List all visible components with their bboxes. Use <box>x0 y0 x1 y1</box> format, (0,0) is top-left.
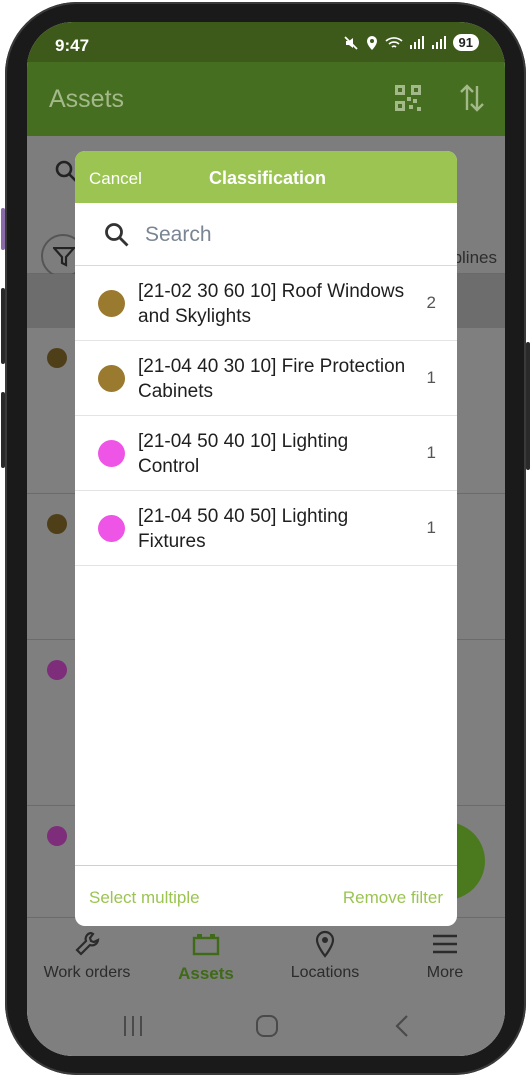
screen: 9:47 91 Assets plines Work orders Assets… <box>27 22 505 1056</box>
background-filter-chip: plines <box>452 248 497 267</box>
nav-label: More <box>426 964 464 981</box>
background-dot <box>47 826 67 846</box>
background-dot <box>47 514 67 534</box>
classification-count: 1 <box>426 443 436 462</box>
classification-count: 1 <box>426 368 436 387</box>
filter-icon <box>53 247 75 267</box>
side-button <box>1 288 5 364</box>
classification-color-dot <box>98 440 125 467</box>
modal-footer: Select multiple Remove filter <box>75 865 457 926</box>
location-icon <box>366 35 377 50</box>
recent-apps-icon[interactable] <box>121 1014 145 1038</box>
signal-icon <box>409 35 424 49</box>
status-icons: 91 <box>343 34 479 51</box>
classification-label: [21-04 50 40 10] Lighting Control <box>138 431 349 477</box>
nav-locations[interactable]: Locations <box>265 918 385 994</box>
classification-item[interactable]: [21-04 40 30 10] Fire Protection Cabinet… <box>75 341 457 416</box>
modal-title: Classification <box>209 168 327 188</box>
status-time: 9:47 <box>55 36 90 55</box>
classification-modal: Cancel Classification [21-02 30 60 10] R… <box>75 151 457 926</box>
classification-item[interactable]: [21-02 30 60 10] Roof Windows and Skylig… <box>75 266 457 341</box>
volume-button <box>1 208 5 250</box>
search-icon <box>105 223 129 247</box>
nav-work-orders[interactable]: Work orders <box>27 918 147 994</box>
side-button <box>1 392 5 468</box>
background-dot <box>47 348 67 368</box>
classification-label: [21-02 30 60 10] Roof Windows and Skylig… <box>138 281 405 327</box>
assets-icon <box>192 934 220 956</box>
nav-more[interactable]: More <box>385 918 505 994</box>
cancel-button[interactable]: Cancel <box>89 169 142 189</box>
classification-item[interactable]: [21-04 50 40 10] Lighting Control 1 <box>75 416 457 491</box>
mute-icon <box>343 35 358 50</box>
signal-icon <box>431 35 446 49</box>
app-bar: Assets <box>27 62 505 136</box>
nav-label: Assets <box>178 964 234 983</box>
menu-icon <box>433 934 457 954</box>
classification-color-dot <box>98 290 125 317</box>
bottom-navigation: Work orders Assets Locations More <box>27 918 505 994</box>
nav-label: Work orders <box>43 964 131 981</box>
home-icon[interactable] <box>255 1014 279 1038</box>
classification-label: [21-04 50 40 50] Lighting Fixtures <box>138 506 349 552</box>
back-icon[interactable] <box>391 1014 415 1038</box>
classification-count: 1 <box>426 518 436 537</box>
background-dot <box>47 660 67 680</box>
nav-assets[interactable]: Assets <box>146 918 266 994</box>
classification-label: [21-04 40 30 10] Fire Protection Cabinet… <box>138 356 406 402</box>
power-button <box>526 342 530 470</box>
search-input[interactable] <box>145 217 435 253</box>
sort-icon[interactable] <box>459 82 485 114</box>
wifi-icon <box>384 36 403 48</box>
classification-color-dot <box>98 365 125 392</box>
qr-code-icon[interactable] <box>395 85 421 111</box>
classification-color-dot <box>98 515 125 542</box>
modal-search-bar <box>75 203 457 266</box>
modal-header: Cancel Classification <box>75 151 457 203</box>
wrench-icon <box>75 931 100 956</box>
remove-filter-button[interactable]: Remove filter <box>343 888 443 908</box>
nav-label: Locations <box>290 964 360 981</box>
status-bar: 9:47 91 <box>27 22 505 62</box>
location-pin-icon <box>315 930 335 958</box>
classification-count: 2 <box>426 293 436 312</box>
system-navigation <box>27 994 505 1056</box>
select-multiple-button[interactable]: Select multiple <box>89 888 200 908</box>
page-title: Assets <box>49 85 125 113</box>
battery-level: 91 <box>452 34 479 51</box>
classification-item[interactable]: [21-04 50 40 50] Lighting Fixtures 1 <box>75 491 457 566</box>
